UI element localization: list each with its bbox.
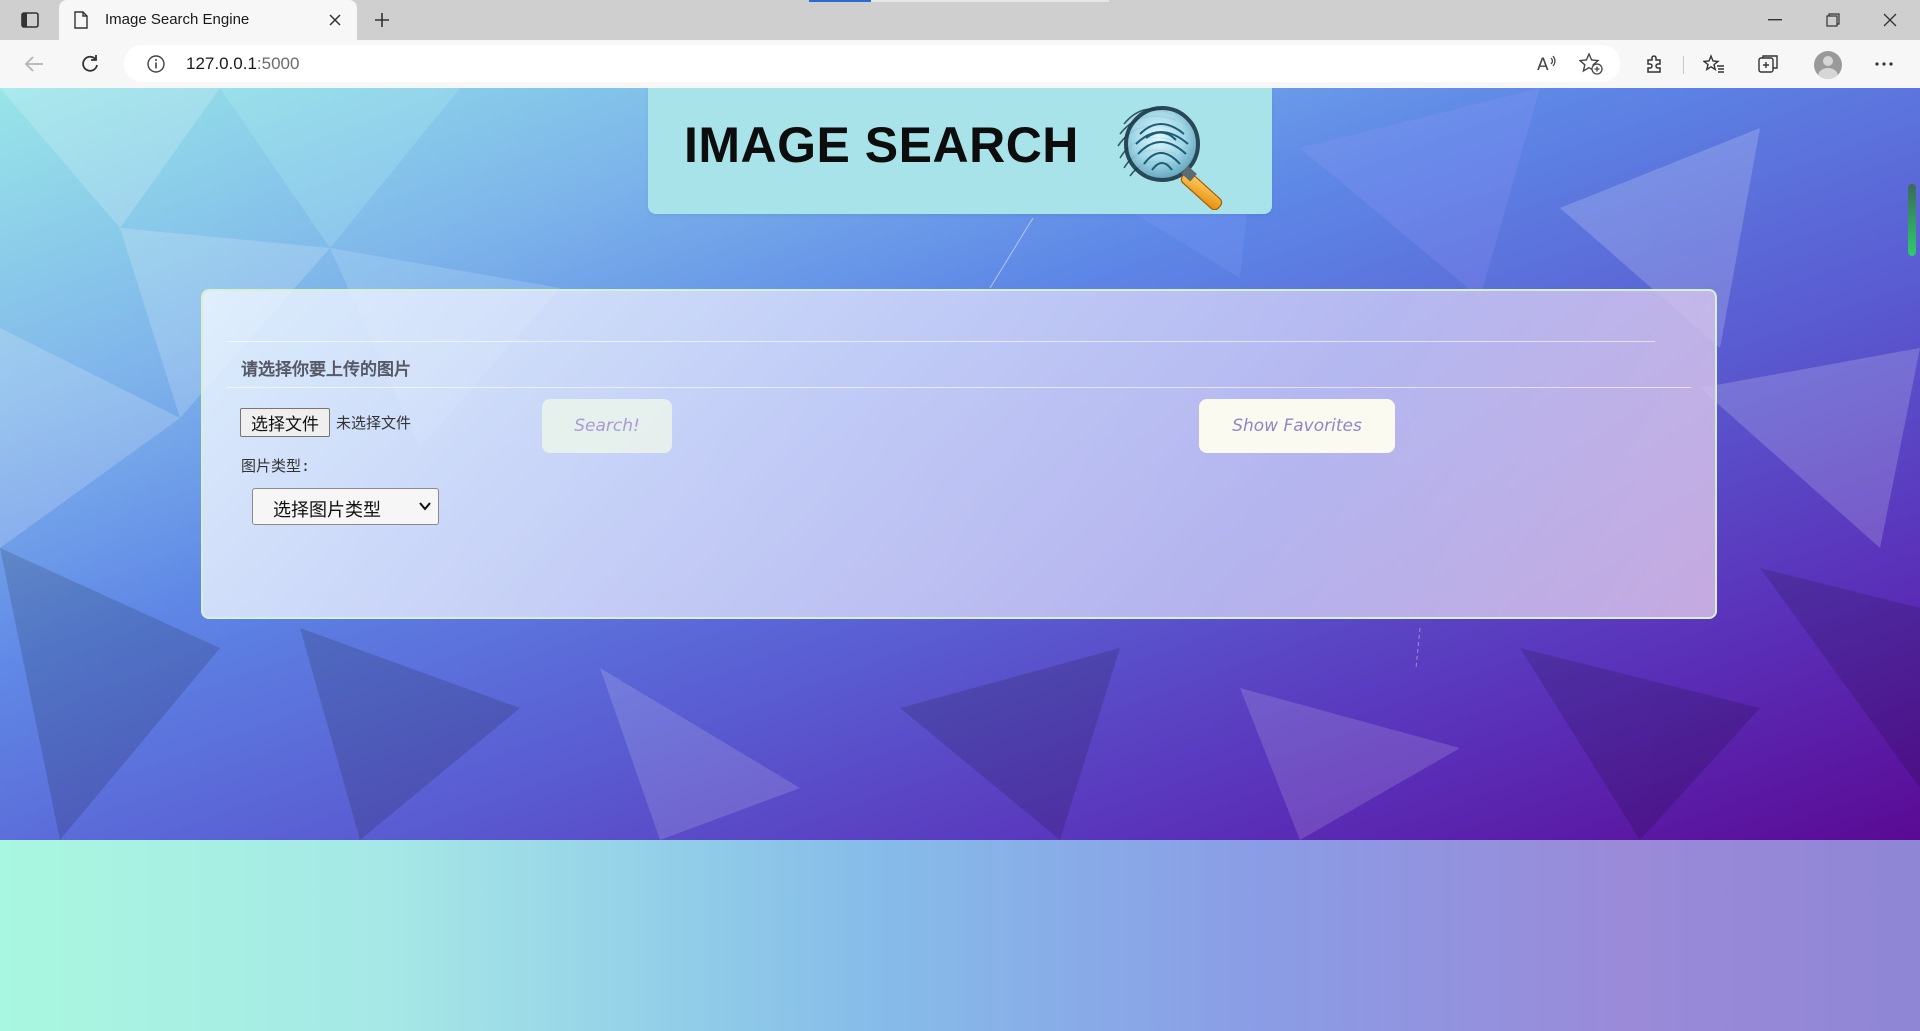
image-type-label: 图片类型: bbox=[241, 457, 311, 475]
read-aloud-icon[interactable]: A bbox=[1534, 52, 1560, 76]
show-favorites-button[interactable]: Show Favorites bbox=[1199, 399, 1395, 453]
puzzle-icon[interactable] bbox=[1638, 49, 1670, 79]
address-bar-row: 127.0.0.1:5000 A bbox=[0, 40, 1920, 89]
url-host: 127.0.0.1 bbox=[186, 54, 257, 73]
page-viewport: IMAGE SEARCH 请选择你要上传的图片 选择文件 未选择文件 Searc… bbox=[0, 88, 1920, 1031]
page-scrollbar-thumb[interactable] bbox=[1908, 184, 1916, 256]
tab-image-search-engine[interactable]: Image Search Engine bbox=[59, 0, 357, 40]
file-status-text: 未选择文件 bbox=[336, 414, 412, 432]
magnifier-fingerprint-icon bbox=[1110, 94, 1240, 211]
tab-sidebar-icon[interactable] bbox=[12, 6, 48, 34]
tab-drag-track bbox=[871, 0, 1109, 2]
browser-tab-bar: Image Search Engine bbox=[0, 0, 1920, 40]
close-icon[interactable] bbox=[1862, 0, 1918, 40]
header-banner: IMAGE SEARCH bbox=[648, 88, 1272, 214]
page-icon bbox=[73, 11, 89, 29]
svg-text:A: A bbox=[1537, 55, 1549, 74]
background-lower-band bbox=[0, 840, 1920, 1031]
divider bbox=[227, 387, 1691, 388]
minimize-icon[interactable] bbox=[1747, 0, 1803, 40]
tab-title: Image Search Engine bbox=[105, 11, 250, 28]
url-port: :5000 bbox=[256, 54, 300, 73]
choose-file-button[interactable]: 选择文件 bbox=[240, 408, 330, 437]
back-arrow-icon[interactable] bbox=[18, 49, 50, 79]
page-title: IMAGE SEARCH bbox=[684, 117, 1079, 173]
chevron-down-icon bbox=[418, 499, 432, 513]
more-icon[interactable] bbox=[1868, 49, 1900, 79]
info-icon[interactable] bbox=[146, 54, 166, 74]
image-type-select-value: 选择图片类型 bbox=[273, 500, 381, 521]
plus-icon[interactable] bbox=[367, 6, 397, 34]
upload-form-panel: 请选择你要上传的图片 选择文件 未选择文件 Search! Show Favor… bbox=[201, 289, 1717, 619]
url-text: 127.0.0.1:5000 bbox=[186, 54, 299, 74]
restore-icon[interactable] bbox=[1805, 0, 1861, 40]
favorites-list-icon[interactable] bbox=[1698, 49, 1730, 79]
search-button[interactable]: Search! bbox=[542, 399, 672, 453]
tab-drag-indicator bbox=[809, 0, 871, 2]
reload-icon[interactable] bbox=[74, 49, 106, 79]
upload-heading: 请选择你要上传的图片 bbox=[241, 360, 411, 380]
star-add-icon[interactable] bbox=[1578, 52, 1604, 76]
image-type-select[interactable]: 选择图片类型 bbox=[252, 488, 439, 525]
close-icon[interactable] bbox=[325, 10, 345, 30]
avatar[interactable] bbox=[1814, 51, 1842, 79]
url-input[interactable]: 127.0.0.1:5000 A bbox=[124, 45, 1620, 82]
divider bbox=[227, 341, 1655, 342]
toolbar-divider bbox=[1683, 56, 1684, 74]
collections-icon[interactable] bbox=[1753, 49, 1785, 79]
